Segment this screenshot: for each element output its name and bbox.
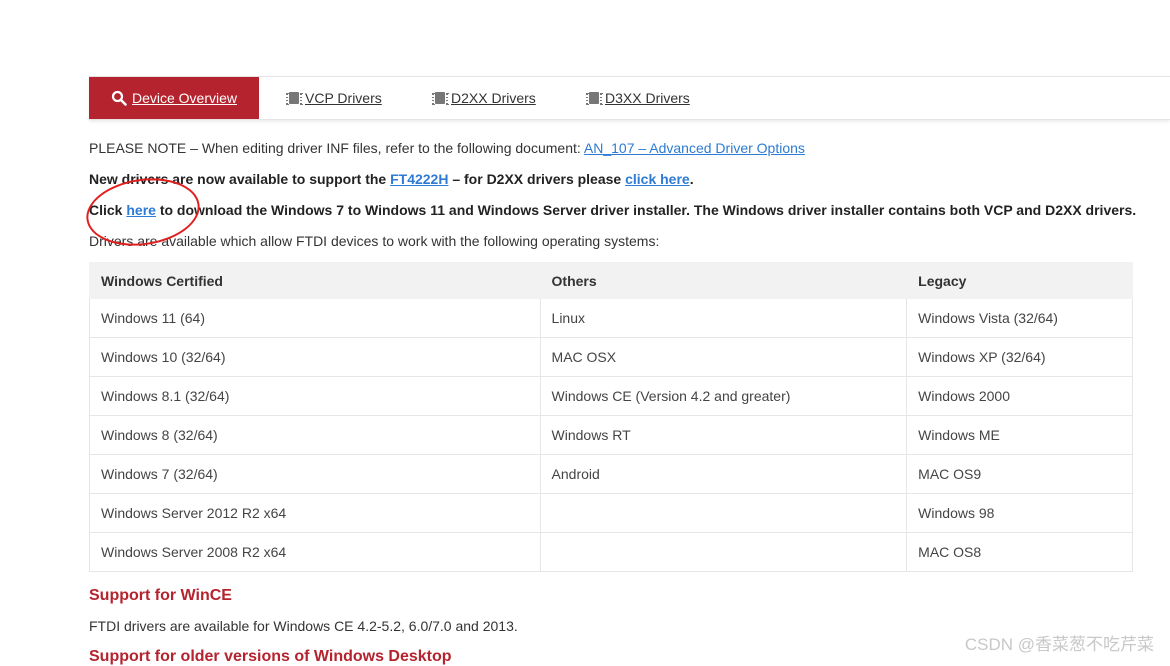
table-cell: Windows 8 (32/64)	[89, 415, 541, 455]
table-cell: Windows 8.1 (32/64)	[89, 376, 541, 416]
tab-label: D3XX Drivers	[605, 90, 690, 106]
search-icon	[111, 90, 127, 106]
table-row: Windows Server 2012 R2 x64 Windows 98	[89, 493, 1133, 533]
tab-label: Device Overview	[131, 90, 238, 106]
header-legacy: Legacy	[906, 262, 1133, 299]
header-windows-certified: Windows Certified	[89, 262, 541, 299]
tab-label: D2XX Drivers	[451, 90, 536, 106]
table-cell: Windows Server 2008 R2 x64	[89, 532, 541, 572]
table-cell: Windows 10 (32/64)	[89, 337, 541, 377]
new-drivers-text-end: .	[689, 171, 694, 187]
table-cell: Windows RT	[539, 415, 908, 455]
table-cell: Windows CE (Version 4.2 and greater)	[539, 376, 908, 416]
os-support-table: Windows Certified Others Legacy Windows …	[89, 262, 1133, 572]
table-row: Windows 7 (32/64) Android MAC OS9	[89, 454, 1133, 494]
ft4222h-link[interactable]: FT4222H	[390, 171, 448, 187]
chip-icon	[286, 92, 302, 105]
table-cell: Windows Vista (32/64)	[906, 298, 1133, 338]
note-text: PLEASE NOTE – When editing driver INF fi…	[89, 140, 584, 156]
table-header-row: Windows Certified Others Legacy	[89, 262, 1133, 299]
table-cell: MAC OS9	[906, 454, 1133, 494]
table-row: Windows Server 2008 R2 x64 MAC OS8	[89, 532, 1133, 572]
chip-icon	[432, 92, 448, 105]
driver-tabs: Device Overview VCP Drivers D2XX Drivers…	[89, 76, 1170, 120]
table-cell: Windows XP (32/64)	[906, 337, 1133, 377]
table-cell: Windows 7 (32/64)	[89, 454, 541, 494]
table-row: Windows 10 (32/64) MAC OSX Windows XP (32/…	[89, 337, 1133, 377]
table-row: Windows 8.1 (32/64) Windows CE (Version 4…	[89, 376, 1133, 416]
tab-label: VCP Drivers	[305, 90, 382, 106]
table-cell: MAC OSX	[539, 337, 908, 377]
tab-d2xx-drivers[interactable]: D2XX Drivers	[432, 77, 536, 119]
wince-heading: Support for WinCE	[89, 587, 232, 604]
inf-note: PLEASE NOTE – When editing driver INF fi…	[89, 140, 805, 156]
tab-vcp-drivers[interactable]: VCP Drivers	[286, 77, 382, 119]
table-cell: Linux	[539, 298, 908, 338]
an107-link[interactable]: AN_107 – Advanced Driver Options	[584, 140, 805, 156]
table-cell: Windows Server 2012 R2 x64	[89, 493, 541, 533]
tab-device-overview[interactable]: Device Overview	[89, 77, 259, 119]
tab-d3xx-drivers[interactable]: D3XX Drivers	[586, 77, 690, 119]
older-windows-heading: Support for older versions of Windows De…	[89, 648, 452, 665]
chip-icon	[586, 92, 602, 105]
table-cell: Windows ME	[906, 415, 1133, 455]
wince-text: FTDI drivers are available for Windows C…	[89, 618, 518, 634]
table-cell: MAC OS8	[906, 532, 1133, 572]
csdn-watermark: CSDN @香菜葱不吃芹菜	[964, 635, 1154, 654]
table-cell: Windows 98	[906, 493, 1133, 533]
header-others: Others	[539, 262, 908, 299]
table-cell: Windows 2000	[906, 376, 1133, 416]
installer-note: Click here to download the Windows 7 to …	[89, 202, 1136, 218]
table-cell	[539, 493, 908, 533]
table-cell	[539, 532, 908, 572]
table-cell: Windows 11 (64)	[89, 298, 541, 338]
table-row: Windows 11 (64) Linux Windows Vista (32/64…	[89, 298, 1133, 338]
table-cell: Android	[539, 454, 908, 494]
installer-text-end: to download the Windows 7 to Windows 11 …	[155, 202, 1137, 218]
new-drivers-text-mid: – for D2XX drivers please	[448, 171, 626, 187]
click-here-link[interactable]: click here	[625, 171, 690, 187]
table-row: Windows 8 (32/64) Windows RT Windows ME	[89, 415, 1133, 455]
